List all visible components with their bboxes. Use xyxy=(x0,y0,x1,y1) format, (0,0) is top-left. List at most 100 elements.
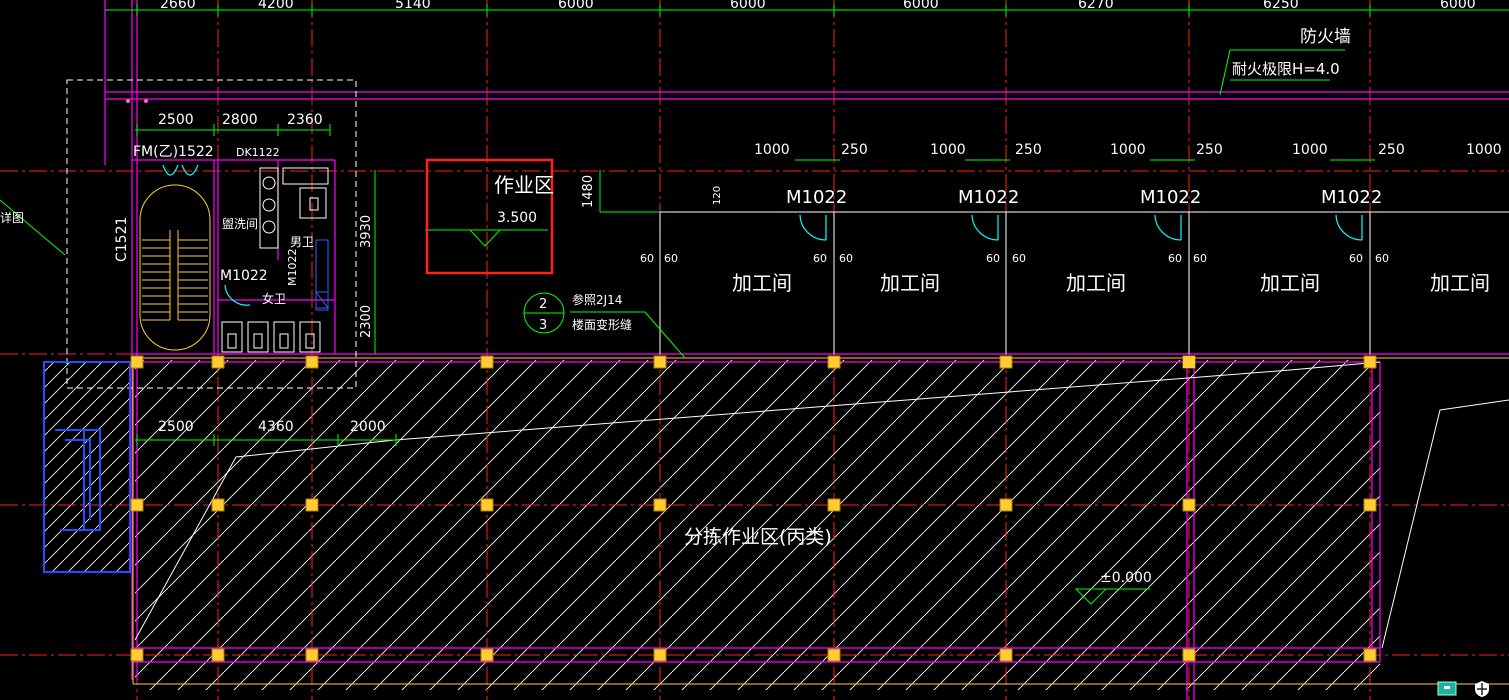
ramp-edge xyxy=(1381,409,1441,649)
workshop-door-label: M1022 xyxy=(1140,187,1201,208)
taskbar-app-icon[interactable] xyxy=(1433,678,1461,700)
top-dim-1: 2660 xyxy=(160,0,196,12)
column xyxy=(480,648,494,662)
pink-mark xyxy=(144,99,148,103)
wall-thickness-60: 60 xyxy=(1375,252,1389,265)
stair-dim-1: 2500 xyxy=(158,112,194,128)
column xyxy=(480,355,494,369)
wall-thickness-60: 60 xyxy=(1193,252,1207,265)
top-dim-5: 6000 xyxy=(730,0,766,12)
workshop-label: 加工间 xyxy=(1260,271,1320,295)
wall-thickness-60: 60 xyxy=(664,252,678,265)
workshop-labels: 加工间 加工间 加工间 加工间 加工间 xyxy=(732,271,1490,295)
column xyxy=(130,648,144,662)
sorting-zone-label: 分拣作业区(丙类) xyxy=(684,526,832,548)
male-toilet-label: 男卫 xyxy=(290,235,314,249)
workshop-door-label: M1022 xyxy=(786,187,847,208)
wall-thickness-60: 60 xyxy=(1349,252,1363,265)
ground-elevation-label: ±0.000 xyxy=(1100,570,1152,586)
room-dim-7: 1000 xyxy=(1292,142,1328,158)
wall-thickness-60: 60 xyxy=(1168,252,1182,265)
firewall-label: 防火墙 xyxy=(1300,27,1351,47)
door-m1022-rotated: M1022 xyxy=(286,249,299,287)
wall-thickness-60: 60 xyxy=(986,252,1000,265)
work-zone-elevation-marker xyxy=(468,229,502,247)
room-dim-2: 250 xyxy=(841,142,868,158)
dim-1480: 1480 xyxy=(581,175,596,208)
door-fm-label: FM(乙)1522 xyxy=(133,144,214,160)
washroom-label: 盥洗间 xyxy=(222,217,258,231)
workshop-label: 加工间 xyxy=(732,271,792,295)
ref-note-line2: 楼面变形缝 xyxy=(572,317,632,332)
top-dim-3: 5140 xyxy=(395,0,431,12)
stair-dim-3: 2360 xyxy=(287,112,323,128)
column xyxy=(653,498,667,512)
lower-dim-1: 2500 xyxy=(158,419,194,435)
ref-bubble-bottom: 3 xyxy=(539,318,547,333)
door-m1022-small: M1022 xyxy=(220,268,268,284)
workshop-door-labels: M1022 M1022 M1022 M1022 xyxy=(786,187,1382,208)
sorting-zone-hatch xyxy=(135,360,1380,690)
column xyxy=(653,355,667,369)
dim-120: 120 xyxy=(712,186,723,205)
column xyxy=(305,498,319,512)
stair-a xyxy=(139,184,211,351)
column xyxy=(1183,356,1195,368)
column xyxy=(305,648,319,662)
lower-dim-3: 2000 xyxy=(350,419,386,435)
column xyxy=(653,648,667,662)
room-dim-1: 1000 xyxy=(754,142,790,158)
column xyxy=(480,498,494,512)
wall-thickness-60: 60 xyxy=(839,252,853,265)
room-dim-8: 250 xyxy=(1378,142,1405,158)
cad-drawing: 2660 4200 5140 6000 6000 6000 6270 6250 6000 100… xyxy=(0,0,1509,700)
top-dim-2: 4200 xyxy=(258,0,294,12)
room-dim-5: 1000 xyxy=(1110,142,1146,158)
column xyxy=(1182,648,1196,662)
workshop-door-label: M1022 xyxy=(1321,187,1382,208)
column xyxy=(211,355,225,369)
top-dim-6: 6000 xyxy=(903,0,939,12)
stair-b-hatch xyxy=(44,362,130,572)
ramp-outline xyxy=(1439,399,1509,411)
column xyxy=(1363,648,1377,662)
column xyxy=(305,355,319,369)
room-dim-9: 1000 xyxy=(1466,142,1502,158)
top-dim-4: 6000 xyxy=(558,0,594,12)
taskbar-shield-icon[interactable] xyxy=(1468,678,1496,700)
column xyxy=(827,355,841,369)
dim-3930: 3930 xyxy=(359,215,374,248)
column xyxy=(827,648,841,662)
column xyxy=(130,498,144,512)
window-c1521-label: C1521 xyxy=(114,217,130,262)
door-dk-label: DK1122 xyxy=(236,146,280,159)
stair-dim-2: 2800 xyxy=(222,112,258,128)
workshop-label: 加工间 xyxy=(1066,271,1126,295)
ref-note-line1: 参照2J14 xyxy=(572,292,622,307)
column xyxy=(999,648,1013,662)
top-dim-8: 6250 xyxy=(1263,0,1299,12)
workshop-label: 加工间 xyxy=(1430,271,1490,295)
room-dim-3: 1000 xyxy=(930,142,966,158)
ref-bubble-top: 2 xyxy=(539,297,547,312)
wall-thickness-60: 60 xyxy=(640,252,654,265)
lower-dim-2: 4360 xyxy=(258,419,294,435)
column xyxy=(999,498,1013,512)
top-dim-7: 6270 xyxy=(1078,0,1114,12)
workshop-door-label: M1022 xyxy=(958,187,1019,208)
wall-thickness-60: 60 xyxy=(1012,252,1026,265)
female-toilet-label: 女卫 xyxy=(262,291,286,306)
column xyxy=(211,648,225,662)
column xyxy=(999,355,1013,369)
dim-2300: 2300 xyxy=(359,305,374,338)
pink-mark xyxy=(126,99,130,103)
column xyxy=(130,355,144,369)
room-dimensions: 1000 250 1000 250 1000 250 1000 250 1000 xyxy=(754,142,1502,158)
fire-rating-label: 耐火极限H=4.0 xyxy=(1232,60,1340,78)
room-dim-4: 250 xyxy=(1015,142,1042,158)
column xyxy=(827,498,841,512)
workshop-label: 加工间 xyxy=(880,271,940,295)
column xyxy=(1363,498,1377,512)
column xyxy=(1363,355,1377,369)
wall-thickness-60: 60 xyxy=(813,252,827,265)
